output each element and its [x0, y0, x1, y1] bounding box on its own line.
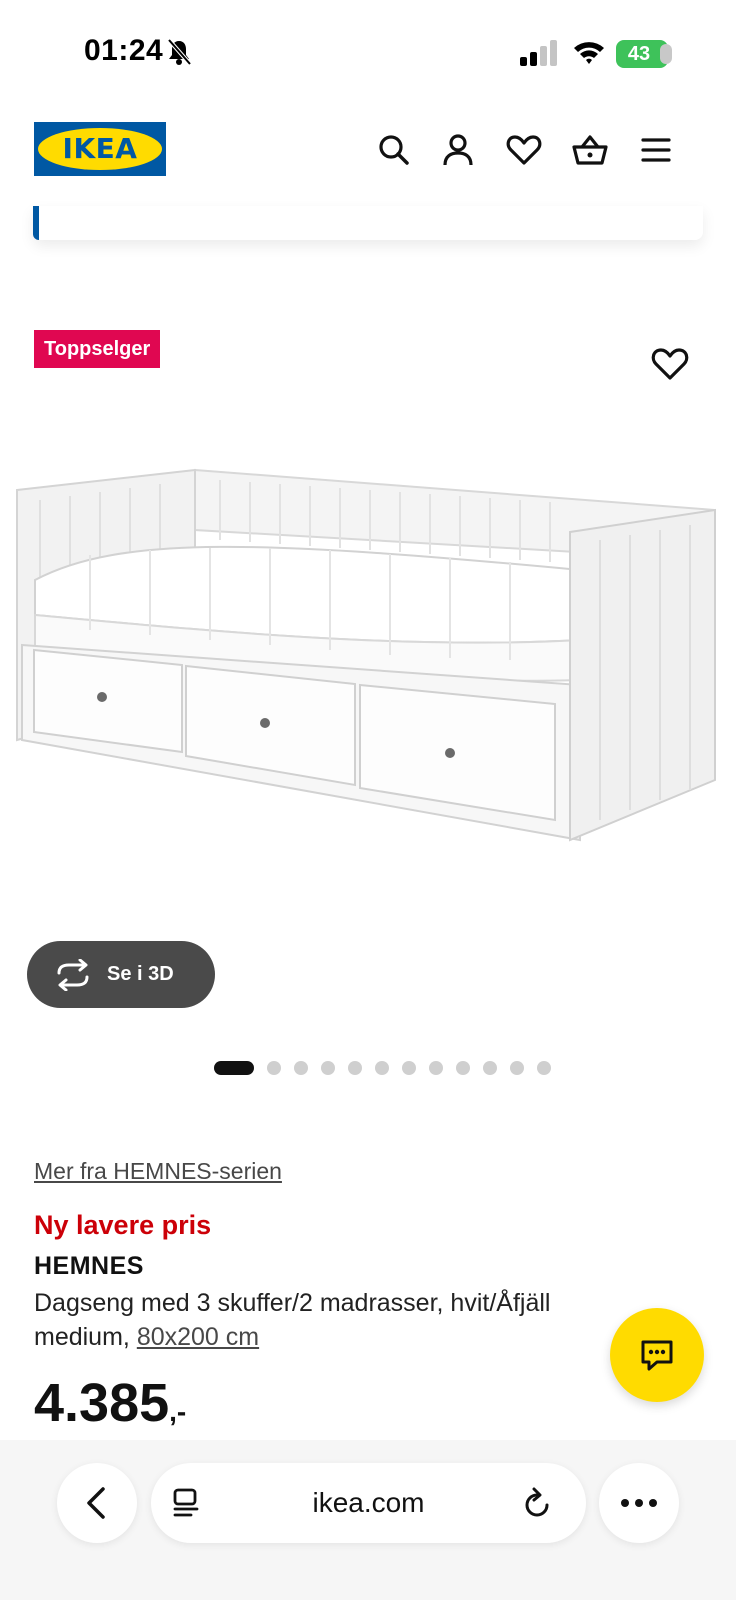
site-header: IKEA — [0, 100, 736, 210]
image-carousel-indicator — [214, 1060, 551, 1076]
search-icon[interactable] — [374, 130, 414, 170]
product-image[interactable] — [0, 440, 736, 880]
product-name: HEMNES — [34, 1252, 144, 1280]
chat-button[interactable] — [610, 1308, 704, 1402]
view-in-3d-label: Se i 3D — [107, 963, 174, 985]
favourite-heart-icon[interactable] — [648, 342, 692, 386]
cart-icon[interactable] — [570, 130, 610, 170]
account-icon[interactable] — [438, 130, 478, 170]
browser-back-button[interactable] — [57, 1463, 137, 1543]
carousel-dot[interactable] — [294, 1061, 308, 1075]
carousel-dot[interactable] — [321, 1061, 335, 1075]
chat-bubble-icon — [641, 1340, 673, 1371]
rotate-3d-icon — [57, 959, 89, 991]
cellular-signal-icon — [520, 40, 557, 66]
carousel-dot[interactable] — [483, 1061, 497, 1075]
carousel-dot[interactable] — [429, 1061, 443, 1075]
price-value: 4.385 — [34, 1373, 170, 1433]
price-note: Ny lavere pris — [34, 1210, 212, 1240]
promo-card-accent — [33, 206, 39, 240]
carousel-dot[interactable] — [402, 1061, 416, 1075]
wishlist-icon[interactable] — [504, 130, 544, 170]
reload-icon[interactable] — [521, 1487, 553, 1521]
view-in-3d-button[interactable]: Se i 3D — [27, 941, 215, 1008]
product-price: 4.385,- — [34, 1372, 186, 1434]
price-suffix: ,- — [169, 1396, 187, 1427]
product-description-text: Dagseng med 3 skuffer/2 madrasser, hvit/… — [34, 1289, 551, 1351]
product-description: Dagseng med 3 skuffer/2 madrasser, hvit/… — [34, 1286, 634, 1354]
top-seller-badge: Toppselger — [34, 330, 161, 368]
browser-more-button[interactable] — [599, 1463, 679, 1543]
carousel-dot[interactable] — [267, 1061, 281, 1075]
status-time: 01:24 — [84, 34, 164, 67]
logo-text: IKEA — [62, 132, 138, 165]
battery-level: 43 — [627, 43, 651, 65]
carousel-dot[interactable] — [510, 1061, 524, 1075]
carousel-dot[interactable] — [537, 1061, 551, 1075]
status-bar: 01:24 43 — [0, 0, 736, 100]
size-link[interactable]: 80x200 cm — [137, 1323, 259, 1351]
promo-card[interactable] — [33, 206, 703, 240]
carousel-dot[interactable] — [456, 1061, 470, 1075]
wifi-icon — [574, 42, 604, 64]
chevron-left-icon — [87, 1487, 105, 1519]
carousel-dot[interactable] — [348, 1061, 362, 1075]
more-dots-icon — [621, 1499, 657, 1507]
menu-icon[interactable] — [636, 130, 676, 170]
bell-muted-icon — [167, 38, 192, 66]
ikea-logo[interactable]: IKEA — [34, 122, 166, 176]
address-bar[interactable]: ikea.com — [151, 1463, 586, 1543]
carousel-dot[interactable] — [375, 1061, 389, 1075]
carousel-dot-active[interactable] — [214, 1061, 254, 1075]
series-link[interactable]: Mer fra HEMNES-serien — [34, 1158, 282, 1185]
